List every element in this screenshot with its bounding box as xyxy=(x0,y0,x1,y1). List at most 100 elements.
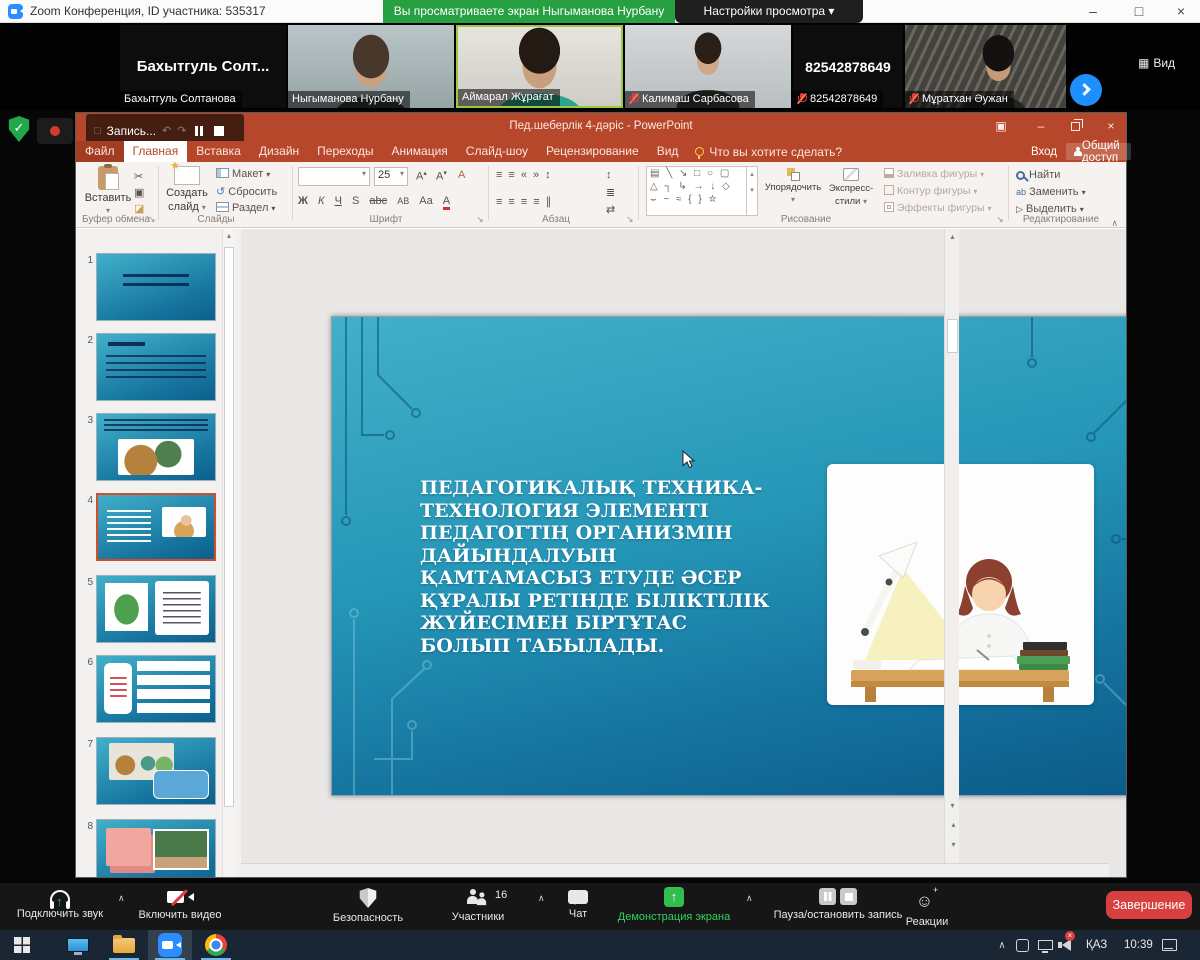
participant-tile[interactable]: Ныгыманова Нурбану xyxy=(288,25,454,108)
clipboard-dialog-launcher[interactable]: ↘ xyxy=(148,214,156,225)
tab-slideshow[interactable]: Слайд-шоу xyxy=(457,141,537,162)
align-center-button[interactable]: ≡ xyxy=(508,196,520,208)
shape-fill-button[interactable]: Заливка фигуры ▾ xyxy=(884,168,984,180)
columns-button[interactable]: ∥ xyxy=(546,196,558,208)
tab-view[interactable]: Вид xyxy=(648,141,688,162)
taskbar-item-explorer[interactable] xyxy=(102,930,146,960)
participant-tile[interactable]: Калимаш Сарбасова xyxy=(625,25,791,108)
increase-indent-button[interactable]: » xyxy=(533,169,545,181)
tab-design[interactable]: Дизайн xyxy=(250,141,308,162)
view-settings-button[interactable]: Настройки просмотра ▾ xyxy=(675,0,863,23)
justify-button[interactable]: ≡ xyxy=(533,196,545,208)
share-button[interactable]: Общий доступ xyxy=(1066,143,1131,160)
collapse-ribbon-button[interactable]: ∧ xyxy=(1111,218,1118,229)
maximize-button[interactable]: □ xyxy=(1124,3,1154,19)
sign-in-button[interactable]: Вход xyxy=(1031,143,1057,160)
arrange-button[interactable]: Упорядочить ▾ xyxy=(764,168,822,204)
audio-options-chevron[interactable]: ∧ xyxy=(118,893,125,904)
text-direction-button[interactable]: ↕ xyxy=(606,169,612,181)
paragraph-dialog-launcher[interactable]: ↘ xyxy=(626,214,634,225)
cut-button[interactable]: ✂ xyxy=(134,170,143,183)
font-color-button[interactable]: A xyxy=(443,195,450,210)
participant-tile-active-speaker[interactable]: Аймарал Жұрағат xyxy=(456,25,623,108)
clear-formatting-button[interactable]: A xyxy=(458,169,465,181)
italic-button[interactable]: К xyxy=(318,195,324,207)
tray-expand-button[interactable]: ∧ xyxy=(992,930,1012,960)
tab-animations[interactable]: Анимация xyxy=(382,141,456,162)
view-button[interactable]: ▦ Вид xyxy=(1138,53,1194,73)
new-slide-button[interactable]: Создать слайд ▾ xyxy=(164,166,210,213)
bullets-button[interactable]: ≡ xyxy=(496,169,508,181)
slide-thumbnail-5[interactable] xyxy=(96,575,216,643)
tray-network-icon[interactable] xyxy=(1038,930,1053,960)
security-button[interactable]: Безопасность xyxy=(318,887,418,924)
numbering-button[interactable]: ≡ xyxy=(508,169,520,181)
font-name-box[interactable]: ▾ xyxy=(298,167,370,186)
participants-button[interactable]: 16 Участники xyxy=(428,887,528,923)
reactions-button[interactable]: ☺+ Реакции xyxy=(890,887,964,928)
clock[interactable]: 10:39 xyxy=(1124,930,1153,960)
taskbar-item-chrome[interactable] xyxy=(194,930,238,960)
decrease-indent-button[interactable]: « xyxy=(521,169,533,181)
scroll-up-button[interactable]: ▴ xyxy=(945,232,960,241)
section-button[interactable]: Раздел ▾ xyxy=(216,202,275,214)
reset-button[interactable]: ↺ Сбросить xyxy=(216,185,277,198)
tell-me-box[interactable]: Что вы хотите сделать? xyxy=(687,141,850,162)
tray-volume-icon[interactable]: × xyxy=(1062,930,1071,960)
participants-options-chevron[interactable]: ∧ xyxy=(538,893,545,904)
tray-zoom-icon[interactable] xyxy=(1016,930,1029,960)
ppt-minimize-button[interactable]: – xyxy=(1028,119,1054,133)
scrollbar-thumb[interactable] xyxy=(947,319,958,353)
close-button[interactable]: × xyxy=(1166,3,1196,19)
ppt-close-button[interactable]: × xyxy=(1098,119,1124,133)
tab-review[interactable]: Рецензирование xyxy=(537,141,648,162)
stop-record-icon[interactable] xyxy=(840,888,857,905)
chat-button[interactable]: Чат xyxy=(548,887,608,920)
strikethrough-button[interactable]: abc xyxy=(369,195,387,207)
slide-illustration[interactable] xyxy=(827,464,1094,705)
find-button[interactable]: Найти xyxy=(1016,169,1060,181)
layout-button[interactable]: Макет ▾ xyxy=(216,168,270,180)
taskbar-item-zoom[interactable] xyxy=(148,930,192,960)
convert-smartart-button[interactable]: ⇄ xyxy=(606,203,615,216)
thumbnail-scrollbar[interactable]: ▴ xyxy=(222,229,235,877)
taskbar-item-this-pc[interactable] xyxy=(56,930,100,960)
pause-recording-icon[interactable] xyxy=(192,124,206,138)
slide-thumbnail-4-selected[interactable] xyxy=(96,493,216,561)
slide-thumbnail-2[interactable] xyxy=(96,333,216,401)
font-dialog-launcher[interactable]: ↘ xyxy=(476,214,484,225)
vertical-scrollbar[interactable]: ▴ ▾ ▴ ▾ xyxy=(944,229,959,877)
line-spacing-button[interactable]: ↕ xyxy=(545,169,557,181)
shapes-gallery-scrollbar[interactable]: ▴▾ xyxy=(746,167,757,215)
end-meeting-button[interactable]: Завершение xyxy=(1106,891,1192,919)
current-slide[interactable]: ПЕДАГОГИКАЛЫҚ ТЕХНИКА- ТЕХНОЛОГИЯ ЭЛЕМЕН… xyxy=(331,316,1126,796)
slide-thumbnail-1[interactable] xyxy=(96,253,216,321)
quick-styles-button[interactable]: Экспресс- стили ▾ xyxy=(824,168,878,207)
participant-tile[interactable]: Бахытгуль Солт... Бахытгуль Солтанова xyxy=(120,25,286,108)
share-screen-button[interactable]: ↑ Демонстрация экрана xyxy=(608,887,740,923)
thumbnail-scrollbar-thumb[interactable] xyxy=(224,247,234,807)
bold-button[interactable]: Ж xyxy=(298,195,308,207)
drawing-dialog-launcher[interactable]: ↘ xyxy=(996,214,1004,225)
underline-button[interactable]: Ч xyxy=(335,195,342,207)
change-case-button[interactable]: Aa xyxy=(419,195,432,207)
horizontal-scrollbar[interactable] xyxy=(241,863,1109,877)
share-options-chevron[interactable]: ∧ xyxy=(746,893,753,904)
tab-file[interactable]: Файл xyxy=(76,141,124,162)
slide-thumbnail-3[interactable] xyxy=(96,413,216,481)
language-indicator[interactable]: ҚАЗ xyxy=(1086,930,1107,960)
align-text-button[interactable]: ≣ xyxy=(606,186,615,199)
grow-font-button[interactable]: A▴ xyxy=(416,169,427,183)
pause-record-icon[interactable] xyxy=(819,888,836,905)
tab-insert[interactable]: Вставка xyxy=(187,141,250,162)
shrink-font-button[interactable]: A▾ xyxy=(436,169,447,183)
notification-center-button[interactable] xyxy=(1162,930,1177,960)
shapes-gallery[interactable]: ▤ ╲ ↘ □ ○ ▢ △ ┐ ↳ → ↓ ◇ ⌣ ~ ≈ { } ☆ ▴▾ xyxy=(646,166,758,216)
next-participants-button[interactable] xyxy=(1070,74,1102,106)
ribbon-display-options-icon[interactable]: ▣ xyxy=(988,119,1014,133)
copy-button[interactable]: ▣ xyxy=(134,186,144,199)
align-left-button[interactable]: ≡ xyxy=(496,196,508,208)
minimize-button[interactable]: – xyxy=(1078,3,1108,19)
align-right-button[interactable]: ≡ xyxy=(521,196,533,208)
ppt-restore-button[interactable] xyxy=(1071,122,1080,131)
